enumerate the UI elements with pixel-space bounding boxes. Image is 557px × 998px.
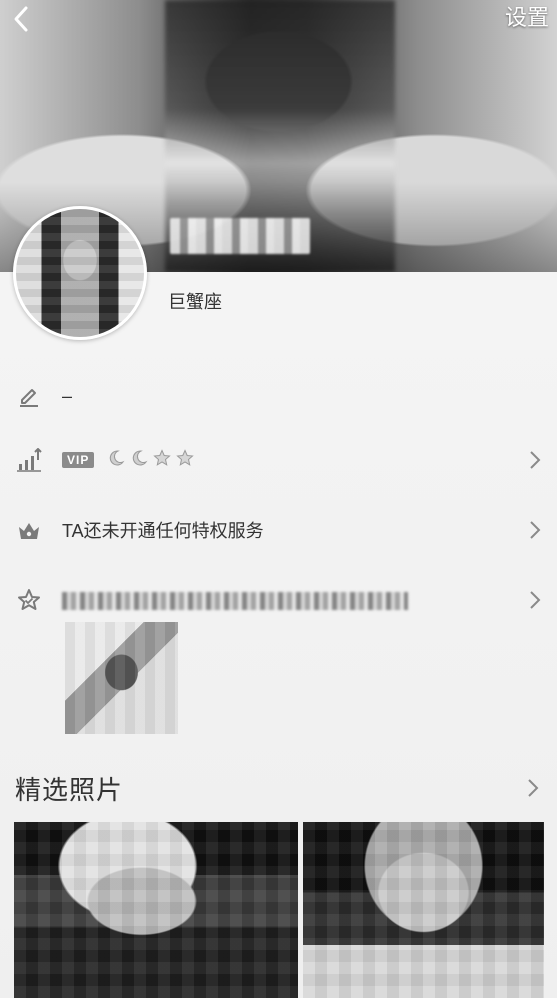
privilege-row[interactable]: TA还未开通任何特权服务 [0, 510, 557, 550]
chevron-right-icon [527, 589, 543, 611]
pencil-icon [16, 383, 42, 409]
signature-row[interactable]: – [0, 376, 557, 416]
signature-text: – [62, 385, 73, 406]
privilege-text: TA还未开通任何特权服务 [62, 521, 264, 541]
featured-photo[interactable] [303, 822, 544, 998]
chevron-left-icon [14, 6, 28, 32]
moon-icon [133, 449, 148, 465]
favorite-thumbnail[interactable] [65, 622, 178, 734]
settings-button[interactable]: 设置 [505, 2, 549, 34]
chevron-right-icon[interactable] [527, 778, 543, 800]
level-row[interactable]: VIP [0, 440, 557, 480]
chevron-right-icon [527, 449, 543, 471]
chevron-right-icon [527, 519, 543, 541]
blurred-text [62, 591, 408, 610]
star-icon [176, 448, 195, 466]
profile-page: 设置 巨蟹座 – VIP TA还未开通任何特权服务 精选照片 [0, 0, 557, 998]
star-outline-icon [16, 587, 42, 613]
featured-photos-title: 精选照片 [15, 775, 124, 805]
star-icon [153, 448, 172, 466]
level-info: VIP [62, 448, 195, 472]
level-icons [107, 448, 195, 472]
crown-icon [16, 517, 42, 543]
level-chart-icon [16, 447, 42, 473]
moon-icon [110, 449, 125, 465]
vip-badge: VIP [62, 452, 95, 468]
avatar[interactable] [13, 206, 147, 340]
back-button[interactable] [8, 4, 34, 34]
zodiac-label: 巨蟹座 [168, 292, 222, 312]
featured-photo[interactable] [14, 822, 298, 998]
nickname [170, 218, 310, 254]
favorite-row[interactable] [0, 580, 557, 620]
favorite-text [62, 590, 408, 611]
